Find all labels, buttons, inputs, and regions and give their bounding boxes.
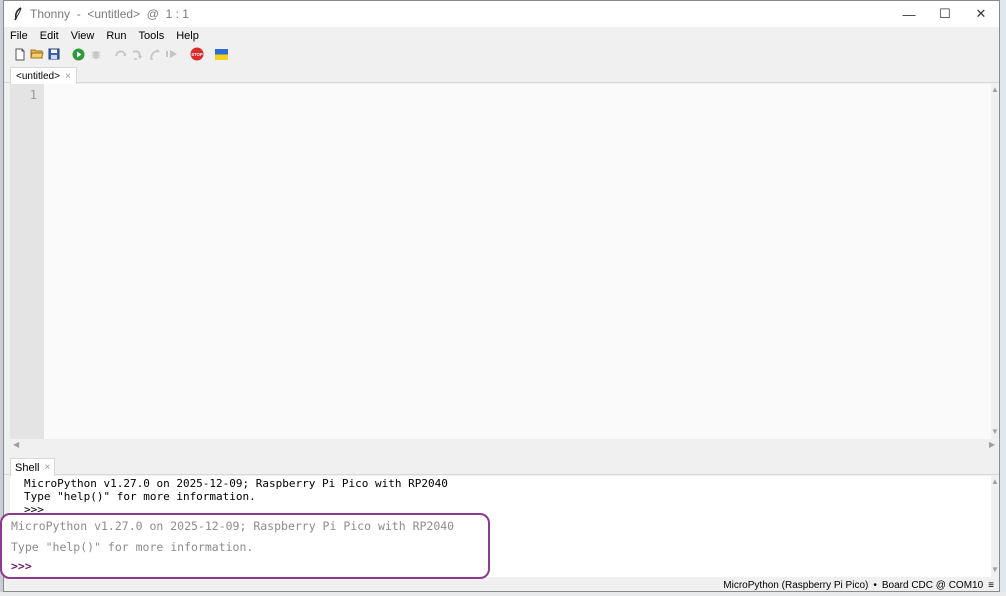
code-editor[interactable]: 1 (10, 84, 991, 439)
highlight-banner-line: MicroPython v1.27.0 on 2025-12-09; Raspb… (11, 519, 455, 533)
status-port[interactable]: Board CDC @ COM10 (882, 580, 983, 591)
stop-icon[interactable]: STOP (188, 46, 205, 63)
open-folder-icon[interactable] (28, 46, 45, 63)
tab-shell[interactable]: Shell × (10, 458, 56, 476)
tab-shell-label: Shell (15, 461, 40, 474)
status-separator: • (873, 580, 877, 591)
menu-help[interactable]: Help (170, 27, 205, 45)
tab-untitled-label: <untitled> (16, 70, 60, 82)
editor-tab-bar: <untitled> × (4, 65, 999, 84)
scroll-up-arrow-icon[interactable]: ▲ (991, 86, 999, 94)
toolbar: STOP (4, 45, 999, 63)
menu-run[interactable]: Run (100, 27, 132, 45)
thonny-feather-icon (8, 1, 28, 27)
highlight-help-line: Type "help()" for more information. (11, 540, 254, 554)
tab-close-icon[interactable]: × (65, 71, 71, 82)
thonny-window: Thonny - <untitled> @ 1 : 1 — ☐ ✕ File E… (3, 0, 1000, 592)
save-icon[interactable] (45, 46, 62, 63)
editor-horizontal-scrollbar[interactable]: ◀ ▶ (10, 439, 999, 451)
status-interpreter[interactable]: MicroPython (Raspberry Pi Pico) (723, 580, 868, 591)
tab-untitled[interactable]: <untitled> × (10, 67, 77, 84)
menu-edit[interactable]: Edit (34, 27, 65, 45)
menu-file[interactable]: File (4, 27, 34, 45)
scroll-left-arrow-icon[interactable]: ◀ (13, 441, 19, 449)
background-window-edge-bottom (0, 592, 1006, 596)
highlighted-shell-output: MicroPython v1.27.0 on 2025-12-09; Raspb… (0, 513, 490, 579)
title-bar[interactable]: Thonny - <untitled> @ 1 : 1 — ☐ ✕ (4, 1, 999, 27)
line-number: 1 (29, 88, 37, 102)
debug-icon[interactable] (87, 46, 104, 63)
shell-scroll-down-arrow-icon[interactable]: ▼ (991, 566, 999, 574)
new-file-icon[interactable] (11, 46, 28, 63)
shell-banner-line: MicroPython v1.27.0 on 2025-12-09; Raspb… (24, 477, 448, 490)
line-number-gutter: 1 (10, 84, 44, 439)
shell-tab-close-icon[interactable]: × (44, 462, 50, 473)
step-into-icon[interactable] (129, 46, 146, 63)
resume-icon[interactable] (163, 46, 180, 63)
shell-tab-bar: Shell × (4, 457, 999, 476)
step-out-icon[interactable] (146, 46, 163, 63)
scroll-down-arrow-icon[interactable]: ▼ (991, 428, 999, 436)
shell-scroll-up-arrow-icon[interactable]: ▲ (991, 478, 999, 486)
stop-icon-label: STOP (191, 52, 203, 57)
menu-view[interactable]: View (65, 27, 101, 45)
shell-help-line: Type "help()" for more information. (24, 490, 256, 503)
minimize-button[interactable]: — (891, 1, 927, 27)
window-title: Thonny - <untitled> @ 1 : 1 (30, 7, 189, 21)
status-bar: MicroPython (Raspberry Pi Pico) • Board … (4, 578, 999, 591)
menu-bar: File Edit View Run Tools Help (4, 27, 999, 45)
highlight-prompt: >>> (11, 559, 32, 573)
maximize-button[interactable]: ☐ (927, 1, 963, 27)
window-controls: — ☐ ✕ (891, 1, 999, 27)
run-icon[interactable] (70, 46, 87, 63)
menu-tools[interactable]: Tools (133, 27, 171, 45)
scroll-right-arrow-icon[interactable]: ▶ (989, 441, 995, 449)
shell-vertical-scrollbar[interactable]: ▲ ▼ (991, 476, 999, 577)
background-window-edge-right (1000, 0, 1006, 596)
status-menu-icon[interactable]: ≡ (988, 580, 994, 591)
close-button[interactable]: ✕ (963, 1, 999, 27)
step-over-icon[interactable] (112, 46, 129, 63)
editor-vertical-scrollbar[interactable]: ▲ ▼ (991, 84, 999, 439)
ukraine-flag-icon[interactable] (213, 46, 230, 63)
